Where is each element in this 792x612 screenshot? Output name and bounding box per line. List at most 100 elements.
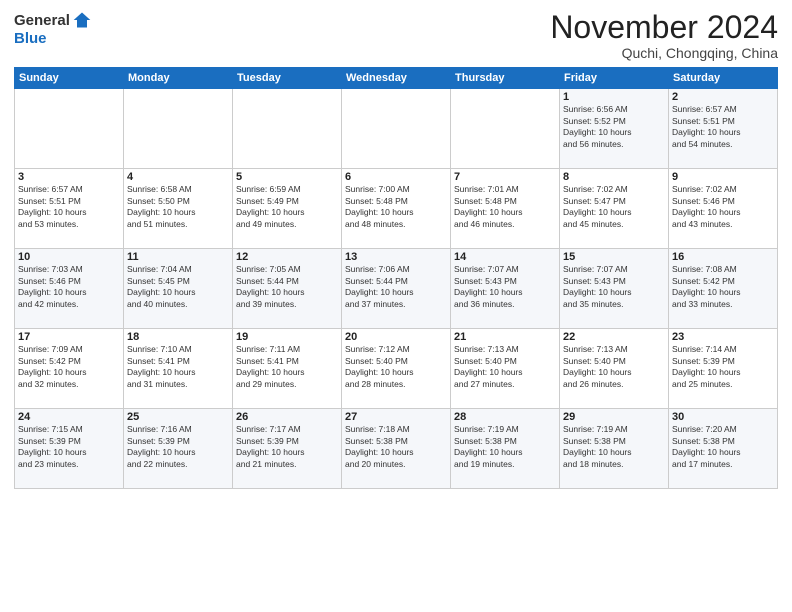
logo-blue: Blue [14, 30, 47, 47]
cell-w5-d5: 28Sunrise: 7:19 AM Sunset: 5:38 PM Dayli… [451, 409, 560, 489]
header-row: General Blue November 2024 Quchi, Chongq… [14, 10, 778, 61]
cell-w4-d5: 21Sunrise: 7:13 AM Sunset: 5:40 PM Dayli… [451, 329, 560, 409]
col-wednesday: Wednesday [342, 68, 451, 89]
week-row-3: 10Sunrise: 7:03 AM Sunset: 5:46 PM Dayli… [15, 249, 778, 329]
col-saturday: Saturday [669, 68, 778, 89]
calendar-container: General Blue November 2024 Quchi, Chongq… [0, 0, 792, 612]
day-info: Sunrise: 7:05 AM Sunset: 5:44 PM Dayligh… [236, 264, 338, 310]
cell-w5-d2: 25Sunrise: 7:16 AM Sunset: 5:39 PM Dayli… [124, 409, 233, 489]
day-info: Sunrise: 7:19 AM Sunset: 5:38 PM Dayligh… [454, 424, 556, 470]
cell-w3-d4: 13Sunrise: 7:06 AM Sunset: 5:44 PM Dayli… [342, 249, 451, 329]
cell-w5-d1: 24Sunrise: 7:15 AM Sunset: 5:39 PM Dayli… [15, 409, 124, 489]
week-row-4: 17Sunrise: 7:09 AM Sunset: 5:42 PM Dayli… [15, 329, 778, 409]
cell-w1-d5 [451, 89, 560, 169]
cell-w3-d6: 15Sunrise: 7:07 AM Sunset: 5:43 PM Dayli… [560, 249, 669, 329]
week-row-1: 1Sunrise: 6:56 AM Sunset: 5:52 PM Daylig… [15, 89, 778, 169]
col-sunday: Sunday [15, 68, 124, 89]
day-info: Sunrise: 7:10 AM Sunset: 5:41 PM Dayligh… [127, 344, 229, 390]
day-number: 7 [454, 171, 556, 183]
cell-w5-d4: 27Sunrise: 7:18 AM Sunset: 5:38 PM Dayli… [342, 409, 451, 489]
week-row-2: 3Sunrise: 6:57 AM Sunset: 5:51 PM Daylig… [15, 169, 778, 249]
day-info: Sunrise: 6:59 AM Sunset: 5:49 PM Dayligh… [236, 184, 338, 230]
day-number: 28 [454, 411, 556, 423]
day-info: Sunrise: 7:09 AM Sunset: 5:42 PM Dayligh… [18, 344, 120, 390]
cell-w2-d6: 8Sunrise: 7:02 AM Sunset: 5:47 PM Daylig… [560, 169, 669, 249]
cell-w3-d1: 10Sunrise: 7:03 AM Sunset: 5:46 PM Dayli… [15, 249, 124, 329]
cell-w5-d6: 29Sunrise: 7:19 AM Sunset: 5:38 PM Dayli… [560, 409, 669, 489]
day-number: 6 [345, 171, 447, 183]
day-info: Sunrise: 7:02 AM Sunset: 5:46 PM Dayligh… [672, 184, 774, 230]
cell-w4-d4: 20Sunrise: 7:12 AM Sunset: 5:40 PM Dayli… [342, 329, 451, 409]
cell-w1-d2 [124, 89, 233, 169]
day-number: 27 [345, 411, 447, 423]
day-info: Sunrise: 7:15 AM Sunset: 5:39 PM Dayligh… [18, 424, 120, 470]
cell-w2-d3: 5Sunrise: 6:59 AM Sunset: 5:49 PM Daylig… [233, 169, 342, 249]
day-info: Sunrise: 7:00 AM Sunset: 5:48 PM Dayligh… [345, 184, 447, 230]
day-number: 30 [672, 411, 774, 423]
subtitle: Quchi, Chongqing, China [550, 45, 778, 61]
day-number: 5 [236, 171, 338, 183]
day-number: 9 [672, 171, 774, 183]
cell-w3-d3: 12Sunrise: 7:05 AM Sunset: 5:44 PM Dayli… [233, 249, 342, 329]
col-thursday: Thursday [451, 68, 560, 89]
cell-w4-d1: 17Sunrise: 7:09 AM Sunset: 5:42 PM Dayli… [15, 329, 124, 409]
day-info: Sunrise: 6:57 AM Sunset: 5:51 PM Dayligh… [672, 104, 774, 150]
logo-icon [72, 10, 92, 30]
week-row-5: 24Sunrise: 7:15 AM Sunset: 5:39 PM Dayli… [15, 409, 778, 489]
day-number: 18 [127, 331, 229, 343]
day-info: Sunrise: 6:56 AM Sunset: 5:52 PM Dayligh… [563, 104, 665, 150]
header-row-days: Sunday Monday Tuesday Wednesday Thursday… [15, 68, 778, 89]
logo: General Blue [14, 10, 92, 47]
day-number: 8 [563, 171, 665, 183]
cell-w3-d7: 16Sunrise: 7:08 AM Sunset: 5:42 PM Dayli… [669, 249, 778, 329]
day-info: Sunrise: 7:17 AM Sunset: 5:39 PM Dayligh… [236, 424, 338, 470]
day-number: 21 [454, 331, 556, 343]
day-number: 14 [454, 251, 556, 263]
col-tuesday: Tuesday [233, 68, 342, 89]
day-info: Sunrise: 7:18 AM Sunset: 5:38 PM Dayligh… [345, 424, 447, 470]
cell-w4-d6: 22Sunrise: 7:13 AM Sunset: 5:40 PM Dayli… [560, 329, 669, 409]
cell-w2-d1: 3Sunrise: 6:57 AM Sunset: 5:51 PM Daylig… [15, 169, 124, 249]
day-number: 10 [18, 251, 120, 263]
calendar-table: Sunday Monday Tuesday Wednesday Thursday… [14, 67, 778, 489]
day-info: Sunrise: 7:04 AM Sunset: 5:45 PM Dayligh… [127, 264, 229, 310]
cell-w5-d3: 26Sunrise: 7:17 AM Sunset: 5:39 PM Dayli… [233, 409, 342, 489]
day-number: 24 [18, 411, 120, 423]
day-info: Sunrise: 7:20 AM Sunset: 5:38 PM Dayligh… [672, 424, 774, 470]
cell-w4-d2: 18Sunrise: 7:10 AM Sunset: 5:41 PM Dayli… [124, 329, 233, 409]
cell-w2-d5: 7Sunrise: 7:01 AM Sunset: 5:48 PM Daylig… [451, 169, 560, 249]
cell-w5-d7: 30Sunrise: 7:20 AM Sunset: 5:38 PM Dayli… [669, 409, 778, 489]
day-number: 13 [345, 251, 447, 263]
logo-general: General [14, 12, 70, 29]
main-title: November 2024 [550, 10, 778, 45]
day-number: 19 [236, 331, 338, 343]
day-info: Sunrise: 7:13 AM Sunset: 5:40 PM Dayligh… [563, 344, 665, 390]
col-friday: Friday [560, 68, 669, 89]
day-info: Sunrise: 7:16 AM Sunset: 5:39 PM Dayligh… [127, 424, 229, 470]
day-info: Sunrise: 7:19 AM Sunset: 5:38 PM Dayligh… [563, 424, 665, 470]
day-number: 11 [127, 251, 229, 263]
day-number: 15 [563, 251, 665, 263]
day-number: 16 [672, 251, 774, 263]
day-number: 2 [672, 91, 774, 103]
day-number: 22 [563, 331, 665, 343]
cell-w1-d4 [342, 89, 451, 169]
day-number: 26 [236, 411, 338, 423]
day-number: 29 [563, 411, 665, 423]
day-number: 12 [236, 251, 338, 263]
cell-w1-d7: 2Sunrise: 6:57 AM Sunset: 5:51 PM Daylig… [669, 89, 778, 169]
cell-w2-d4: 6Sunrise: 7:00 AM Sunset: 5:48 PM Daylig… [342, 169, 451, 249]
day-number: 17 [18, 331, 120, 343]
title-block: November 2024 Quchi, Chongqing, China [550, 10, 778, 61]
day-info: Sunrise: 6:57 AM Sunset: 5:51 PM Dayligh… [18, 184, 120, 230]
day-info: Sunrise: 7:02 AM Sunset: 5:47 PM Dayligh… [563, 184, 665, 230]
day-info: Sunrise: 7:01 AM Sunset: 5:48 PM Dayligh… [454, 184, 556, 230]
day-number: 25 [127, 411, 229, 423]
cell-w3-d5: 14Sunrise: 7:07 AM Sunset: 5:43 PM Dayli… [451, 249, 560, 329]
day-info: Sunrise: 7:06 AM Sunset: 5:44 PM Dayligh… [345, 264, 447, 310]
calendar-body: 1Sunrise: 6:56 AM Sunset: 5:52 PM Daylig… [15, 89, 778, 489]
logo-text: General [14, 10, 92, 30]
day-number: 3 [18, 171, 120, 183]
day-info: Sunrise: 7:13 AM Sunset: 5:40 PM Dayligh… [454, 344, 556, 390]
day-info: Sunrise: 7:03 AM Sunset: 5:46 PM Dayligh… [18, 264, 120, 310]
